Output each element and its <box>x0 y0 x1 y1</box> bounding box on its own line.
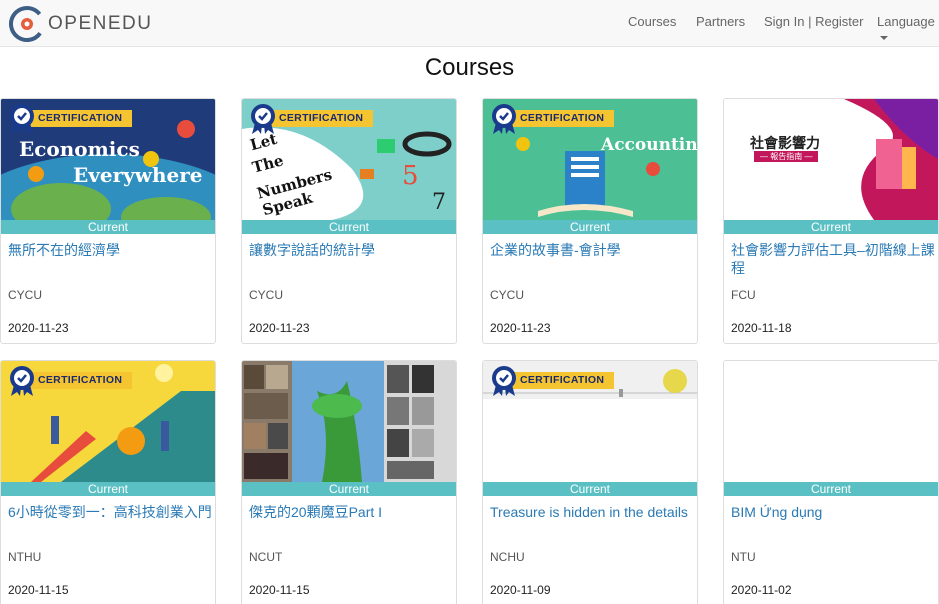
certification-medal-icon <box>10 104 34 134</box>
nav-language-dropdown[interactable]: Language <box>877 14 939 44</box>
logo-text: OPENEDU <box>48 13 153 34</box>
course-date: 2020-11-09 <box>490 583 551 597</box>
status-bar: Current <box>1 220 215 234</box>
course-thumbnail: 社會影響力 — 報告指南 — <box>724 99 938 220</box>
course-date: 2020-11-02 <box>731 583 792 597</box>
certification-label: CERTIFICATION <box>265 110 373 127</box>
nav-sign-in-register[interactable]: Sign In | Register <box>764 14 863 29</box>
course-card[interactable]: 5 7 Let The Numbers Speak CERTIFICATION … <box>241 98 457 344</box>
nav-courses[interactable]: Courses <box>628 14 676 29</box>
thumb-text: — 報告指南 — <box>754 151 819 162</box>
course-school: NTHU <box>8 550 42 564</box>
course-school: CYCU <box>8 288 43 302</box>
course-title-link[interactable]: 社會影響力評估工具–初階線上課程 <box>731 241 936 277</box>
course-thumbnail <box>724 361 938 482</box>
course-title-link[interactable]: BIM Ứng dụng <box>731 503 936 521</box>
course-school: NTU <box>731 550 756 564</box>
logo-icon <box>8 5 46 43</box>
openedu-logo[interactable]: OPENEDU <box>8 5 152 43</box>
svg-text:7: 7 <box>432 190 446 215</box>
course-date: 2020-11-15 <box>8 583 69 597</box>
status-bar: Current <box>242 482 456 496</box>
svg-text:5: 5 <box>402 161 419 191</box>
certification-medal-icon <box>10 366 34 396</box>
course-card[interactable]: Economics Everywhere CERTIFICATION Curre… <box>0 98 216 344</box>
status-bar: Current <box>242 220 456 234</box>
course-school: CYCU <box>249 288 284 302</box>
course-card[interactable]: Current 傑克的20顆魔豆Part I NCUT 2020-11-15 <box>241 360 457 604</box>
course-date: 2020-11-18 <box>731 321 792 335</box>
course-date: 2020-11-23 <box>249 321 310 335</box>
course-card[interactable]: CERTIFICATION Current Treasure is hidden… <box>482 360 698 604</box>
course-title-link[interactable]: 企業的故事書-會計學 <box>490 241 695 259</box>
course-title-link[interactable]: 傑克的20顆魔豆Part I <box>249 503 454 521</box>
course-title-link[interactable]: 6小時從零到一：高科技創業入門 <box>8 503 213 521</box>
course-school: CYCU <box>490 288 525 302</box>
thumb-text: Economics <box>19 137 140 161</box>
course-date: 2020-11-23 <box>8 321 69 335</box>
status-bar: Current <box>724 220 938 234</box>
course-date: 2020-11-15 <box>249 583 310 597</box>
certification-medal-icon <box>492 104 516 134</box>
status-bar: Current <box>483 220 697 234</box>
thumb-text: 社會影響力 <box>750 135 820 151</box>
course-title-link[interactable]: 無所不在的經濟學 <box>8 241 213 259</box>
course-title-link[interactable]: Treasure is hidden in the details <box>490 503 695 521</box>
top-navbar: OPENEDU Courses Partners Sign In | Regis… <box>0 0 939 47</box>
thumb-text: -Accounting <box>601 115 697 155</box>
course-card[interactable]: 社會影響力 — 報告指南 — Current 社會影響力評估工具–初階線上課程 … <box>723 98 939 344</box>
certification-medal-icon <box>251 104 275 134</box>
status-bar: Current <box>724 482 938 496</box>
status-bar: Current <box>1 482 215 496</box>
certification-label: CERTIFICATION <box>24 110 132 127</box>
course-thumbnail <box>242 361 456 482</box>
course-school: FCU <box>731 288 756 302</box>
certification-medal-icon <box>492 366 516 396</box>
nav-language-label: Language <box>877 14 935 29</box>
course-title-link[interactable]: 讓數字說話的統計學 <box>249 241 454 259</box>
status-bar: Current <box>483 482 697 496</box>
course-school: NCHU <box>490 550 525 564</box>
course-card[interactable]: Current BIM Ứng dụng NTU 2020-11-02 <box>723 360 939 604</box>
certification-label: CERTIFICATION <box>506 110 614 127</box>
nav-partners[interactable]: Partners <box>696 14 745 29</box>
thumb-text: Everywhere <box>73 163 203 187</box>
certification-label: CERTIFICATION <box>24 372 132 389</box>
course-date: 2020-11-23 <box>490 321 551 335</box>
course-school: NCUT <box>249 550 283 564</box>
caret-down-icon <box>880 35 888 40</box>
course-card[interactable]: -Accounting CERTIFICATION Current 企業的故事書… <box>482 98 698 344</box>
certification-label: CERTIFICATION <box>506 372 614 389</box>
course-card[interactable]: CERTIFICATION Current 6小時從零到一：高科技創業入門 NT… <box>0 360 216 604</box>
page-title: Courses <box>424 54 515 81</box>
